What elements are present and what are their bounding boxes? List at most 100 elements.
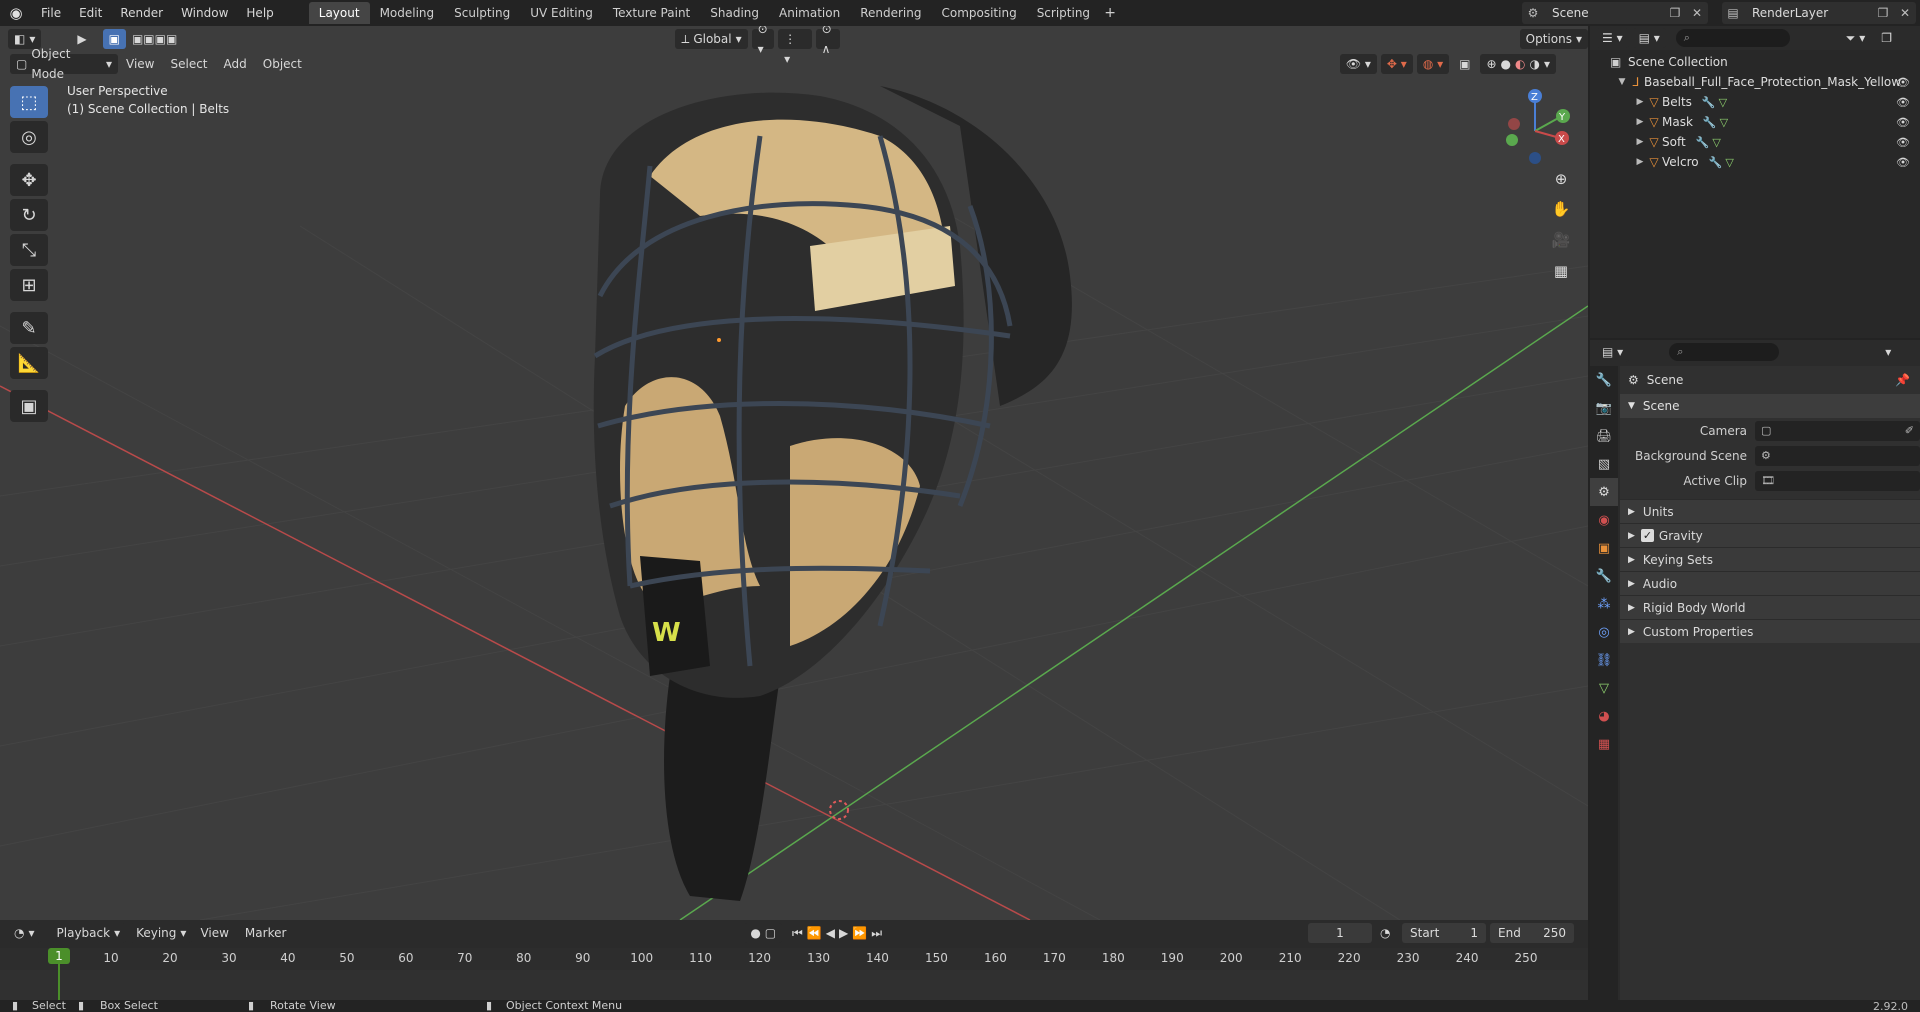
expand-arrow-icon[interactable]: ▶ xyxy=(1634,117,1646,127)
cursor-tool[interactable]: ◎ xyxy=(10,121,48,153)
zoom-view-icon[interactable]: ⊕ xyxy=(1548,166,1574,192)
shading-modes[interactable]: ⊕ ● ◐ ◑ ▾ xyxy=(1480,54,1557,74)
menu-window[interactable]: Window xyxy=(172,0,237,26)
view-layer-selector[interactable]: ▤ RenderLayer ❐ ✕ xyxy=(1722,2,1916,24)
outliner-item-belts[interactable]: ▶ ▽ Belts 🔧 ▽ 👁 xyxy=(1590,92,1920,112)
scale-tool[interactable]: ⤡ xyxy=(10,234,48,266)
camera-view-icon[interactable]: 🎥 xyxy=(1548,227,1574,253)
menu-render[interactable]: Render xyxy=(111,0,172,26)
keying-sets-panel[interactable]: ▶ Keying Sets xyxy=(1620,547,1920,571)
object-tab-icon[interactable]: ▣ xyxy=(1590,534,1618,562)
new-collection-icon[interactable]: ❐ xyxy=(1875,28,1898,48)
close-icon[interactable]: ✕ xyxy=(1894,6,1916,20)
particles-tab-icon[interactable]: ⁂ xyxy=(1590,590,1618,618)
visibility-eye-icon[interactable]: 👁 xyxy=(1896,96,1910,109)
outliner-item-mask[interactable]: ▶ ▽ Mask 🔧 ▽ 👁 xyxy=(1590,112,1920,132)
blender-logo-icon[interactable]: ◉ xyxy=(0,0,32,26)
tab-scripting[interactable]: Scripting xyxy=(1027,2,1100,24)
outliner-editor-type-button[interactable]: ☰ ▾ xyxy=(1596,28,1629,48)
tab-texture-paint[interactable]: Texture Paint xyxy=(603,2,700,24)
measure-tool[interactable]: 📐 xyxy=(10,347,48,379)
perspective-toggle-icon[interactable]: ▦ xyxy=(1548,258,1574,284)
tab-uv-editing[interactable]: UV Editing xyxy=(520,2,603,24)
properties-editor-type-button[interactable]: ▤ ▾ xyxy=(1596,342,1630,362)
tab-shading[interactable]: Shading xyxy=(700,2,769,24)
tab-sculpting[interactable]: Sculpting xyxy=(444,2,520,24)
scene-selector[interactable]: ⚙ Scene ❐ ✕ xyxy=(1522,2,1708,24)
outliner-object-row[interactable]: ▼ ⅃ Baseball_Full_Face_Protection_Mask_Y… xyxy=(1590,72,1920,92)
transform-orientation-dropdown[interactable]: ⟂ Global ▾ xyxy=(675,29,748,49)
tab-modeling[interactable]: Modeling xyxy=(370,2,445,24)
world-tab-icon[interactable]: ◉ xyxy=(1590,506,1618,534)
outliner-scene-collection[interactable]: ▣ Scene Collection xyxy=(1590,52,1920,72)
custom-properties-panel[interactable]: ▶ Custom Properties xyxy=(1620,619,1920,643)
active-clip-field[interactable]: 🎞 xyxy=(1755,470,1920,491)
select-mode-new-icon[interactable]: ▣ xyxy=(102,29,126,49)
mask-model[interactable]: W xyxy=(593,86,1072,901)
modifier-icon[interactable]: 🔧 xyxy=(1703,116,1717,129)
units-panel[interactable]: ▶ Units xyxy=(1620,499,1920,523)
move-tool[interactable]: ✥ xyxy=(10,164,48,196)
scene-tab-icon[interactable]: ⚙ xyxy=(1590,478,1618,506)
3d-viewport[interactable]: W ◧▾ ▶ ▣ ▣▣▣▣ ⟂Global▾ ⊙ ▾ 🧲 ⋮ ▾ xyxy=(0,26,1588,920)
timeline-body[interactable] xyxy=(0,970,1588,1000)
viewport-menu-select[interactable]: Select xyxy=(162,57,215,71)
transform-tool[interactable]: ⊞ xyxy=(10,269,48,301)
mesh-data-icon[interactable]: ▽ xyxy=(1720,116,1728,129)
tab-compositing[interactable]: Compositing xyxy=(931,2,1026,24)
play-reverse-icon[interactable]: ◀ xyxy=(826,923,835,943)
object-mode-dropdown[interactable]: ▢ Object Mode ▾ xyxy=(10,47,118,81)
rotate-tool[interactable]: ↻ xyxy=(10,199,48,231)
visibility-dropdown[interactable]: 👁 ▾ xyxy=(1339,54,1377,74)
tab-animation[interactable]: Animation xyxy=(769,2,850,24)
gravity-panel[interactable]: ▶ ✓ Gravity xyxy=(1620,523,1920,547)
output-tab-icon[interactable]: 🖨 xyxy=(1590,422,1618,450)
material-tab-icon[interactable]: ◕ xyxy=(1590,702,1618,730)
properties-editor[interactable]: ▤ ▾ ⌕ ▾ 🔧 📷 🖨 ▧ ⚙ ◉ ▣ 🔧 ⁂ ◎ ⛓ ▽ ◕ ▦ ⚙ Sc… xyxy=(1590,340,1920,1000)
render-tab-icon[interactable]: 📷 xyxy=(1590,394,1618,422)
prev-keyframe-icon[interactable]: ⏪ xyxy=(807,923,822,943)
copy-icon[interactable]: ❐ xyxy=(1872,6,1894,20)
properties-search-input[interactable]: ⌕ xyxy=(1669,343,1780,361)
timeline-menu-marker[interactable]: Marker xyxy=(237,926,294,940)
gravity-checkbox[interactable]: ✓ xyxy=(1640,529,1654,542)
timeline-ruler[interactable]: 10 20 30 40 50 60 70 80 90 100 110 120 130 140 150 160 1… xyxy=(0,948,1588,970)
collapse-arrow-icon[interactable]: ▼ xyxy=(1616,77,1628,87)
visibility-eye-icon[interactable]: 👁 xyxy=(1896,76,1910,89)
copy-icon[interactable]: ❐ xyxy=(1664,6,1686,20)
pivot-point-dropdown[interactable]: ⊙ ▾ xyxy=(751,26,775,56)
auto-keying-icon[interactable]: ● ▢ xyxy=(744,923,783,943)
add-cube-tool[interactable]: ▣ xyxy=(10,390,48,422)
scene-panel-header[interactable]: ▼ Scene xyxy=(1620,394,1920,418)
camera-field[interactable]: ▢ ✐ xyxy=(1755,420,1920,441)
wireframe-icon[interactable]: ⊕ xyxy=(1486,54,1496,74)
next-keyframe-icon[interactable]: ⏩ xyxy=(852,923,867,943)
jump-end-icon[interactable]: ⏭ xyxy=(871,923,882,943)
expand-arrow-icon[interactable]: ▶ xyxy=(1634,137,1646,147)
data-tab-icon[interactable]: ▽ xyxy=(1590,674,1618,702)
visibility-eye-icon[interactable]: 👁 xyxy=(1896,156,1910,169)
outliner[interactable]: ☰ ▾ ▤ ▾ ⌕ ⏷ ▾ ❐ ▣ Scene Collection ▼ ⅃ B… xyxy=(1590,26,1920,338)
display-mode-dropdown[interactable]: ▤ ▾ xyxy=(1632,28,1666,48)
timeline-editor[interactable]: ◔ ▾ Playback ▾ Keying ▾ View Marker ● ▢ ⏮ ⏪… xyxy=(0,920,1588,1000)
select-mode-extend-icon[interactable]: ▣▣▣▣ xyxy=(126,29,183,49)
solid-icon[interactable]: ● xyxy=(1501,54,1511,74)
outliner-item-soft[interactable]: ▶ ▽ Soft 🔧 ▽ 👁 xyxy=(1590,132,1920,152)
keying-dropdown[interactable]: Keying ▾ xyxy=(130,923,193,943)
end-frame-field[interactable]: End 250 xyxy=(1490,923,1574,943)
menu-help[interactable]: Help xyxy=(237,0,282,26)
rendered-icon[interactable]: ◑ xyxy=(1530,54,1540,74)
filter-icon[interactable]: ⏷ ▾ xyxy=(1840,28,1871,48)
navigation-gizmo[interactable]: Z Y X xyxy=(1500,86,1570,166)
visibility-eye-icon[interactable]: 👁 xyxy=(1896,136,1910,149)
view-layer-tab-icon[interactable]: ▧ xyxy=(1590,450,1618,478)
modifier-icon[interactable]: 🔧 xyxy=(1709,156,1723,169)
pin-icon[interactable]: 📌 xyxy=(1895,373,1910,387)
modifier-icon[interactable]: 🔧 xyxy=(1696,136,1710,149)
mesh-data-icon[interactable]: ▽ xyxy=(1725,156,1733,169)
options-dropdown[interactable]: Options ▾ xyxy=(1519,29,1588,49)
expand-arrow-icon[interactable]: ▶ xyxy=(1634,97,1646,107)
start-frame-field[interactable]: Start 1 xyxy=(1402,923,1486,943)
annotate-tool[interactable]: ✎ xyxy=(10,312,48,344)
viewport-menu-object[interactable]: Object xyxy=(255,57,310,71)
